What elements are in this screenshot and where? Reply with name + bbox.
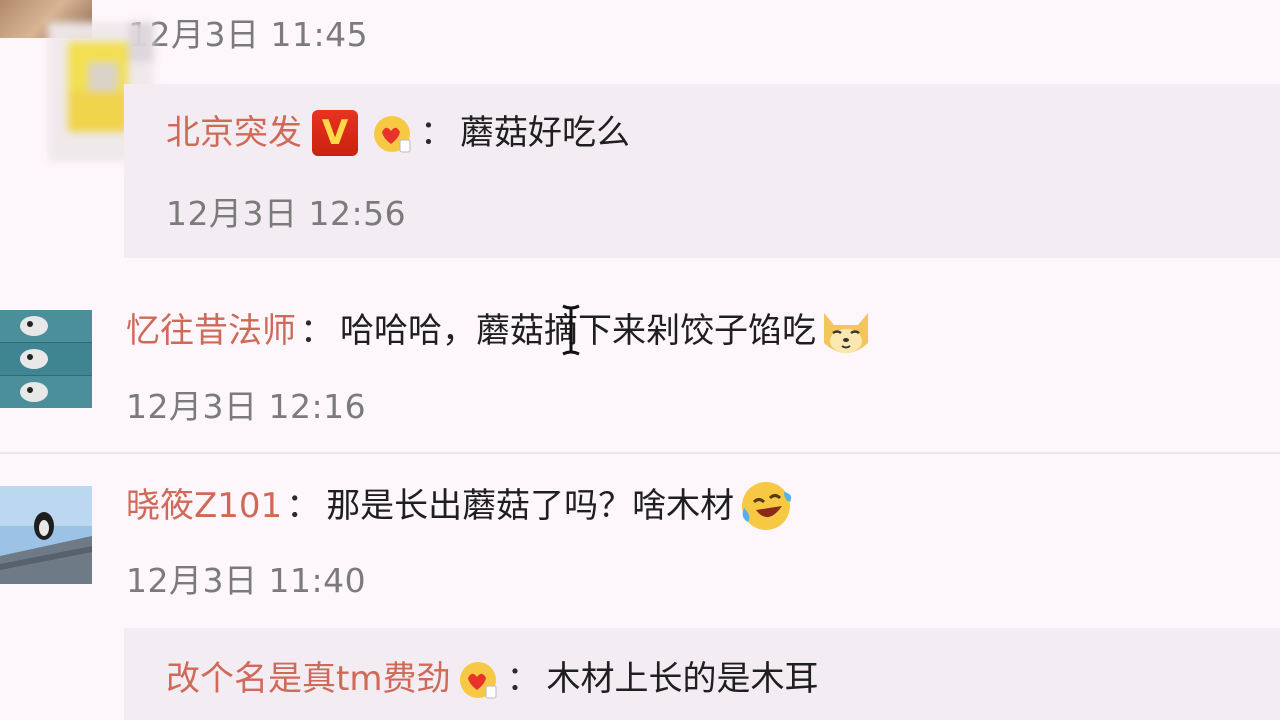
comment-timestamp: 12月3日 11:40: [126, 561, 367, 600]
reply-comment: 北京突发 V ： 蘑菇好吃么: [166, 110, 630, 156]
username-link[interactable]: 改个名是真tm费劲: [166, 657, 450, 701]
comment-text: 蘑菇好吃么: [460, 113, 630, 153]
laugh-cry-icon: [736, 478, 792, 534]
comment-timestamp: 12月3日 12:16: [126, 387, 367, 426]
colon: ：: [506, 659, 541, 699]
fan-heart-icon: [372, 110, 416, 156]
colon: ：: [300, 311, 334, 351]
comment-timestamp: 12月3日 12:56: [166, 194, 407, 233]
divider: [0, 452, 1280, 454]
verified-v-icon: V: [312, 110, 358, 156]
colon: ：: [286, 486, 321, 526]
reply-comment: 改个名是真tm费劲 ： 木材上长的是木耳: [166, 656, 818, 702]
colon: ：: [420, 113, 454, 153]
avatar[interactable]: [0, 310, 92, 408]
avatar[interactable]: [0, 486, 92, 584]
comment-text: 那是长出蘑菇了吗？啥木材: [326, 486, 735, 526]
username-link[interactable]: 北京突发: [166, 111, 302, 155]
comment: 忆往昔法师 ： 哈哈哈，蘑菇摘下来剁饺子馅吃: [126, 303, 874, 359]
doge-icon: [818, 303, 874, 359]
username-link[interactable]: 忆往昔法师: [126, 309, 296, 353]
text-cursor-icon: [562, 304, 580, 356]
comment-text: 木材上长的是木耳: [546, 659, 819, 699]
fan-heart-icon: [458, 656, 502, 702]
comment-timestamp: 12月3日 11:45: [128, 15, 369, 54]
username-link[interactable]: 晓筱Z101: [126, 484, 282, 528]
comment: 晓筱Z101 ： 那是长出蘑菇了吗？啥木材: [126, 478, 792, 534]
